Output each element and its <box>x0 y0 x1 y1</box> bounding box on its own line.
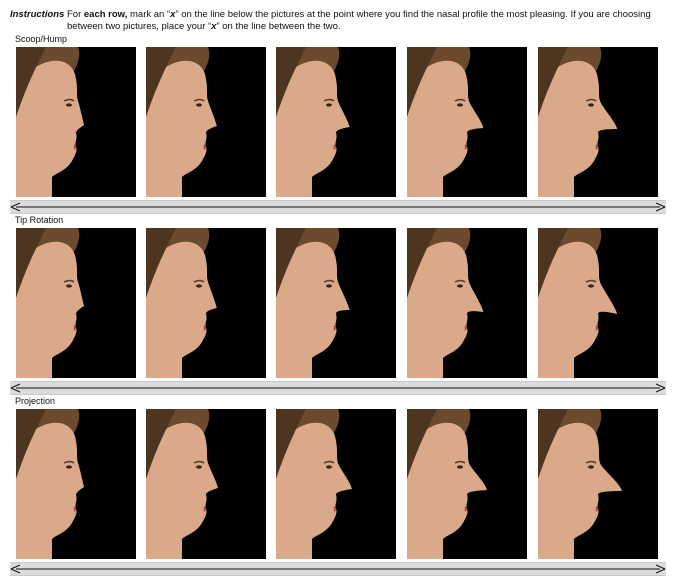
profile-photo <box>407 47 527 197</box>
profile-photo <box>146 409 266 559</box>
profile-photo <box>538 47 658 197</box>
rating-scale-line[interactable] <box>10 562 666 576</box>
profile-photo <box>16 47 136 197</box>
profile-photo <box>16 409 136 559</box>
profile-photo <box>276 409 396 559</box>
row-label: Scoop/Hump <box>15 34 68 44</box>
profile-photo <box>146 47 266 197</box>
profile-photo <box>276 47 396 197</box>
instructions-label: Instructions <box>10 9 65 20</box>
rating-scale-line[interactable] <box>10 381 666 395</box>
instructions-text: For each row, mark an “x” on the line be… <box>67 9 651 32</box>
rating-scale-line[interactable] <box>10 200 666 214</box>
profile-photo <box>276 228 396 378</box>
row-label: Projection <box>15 396 56 406</box>
profile-photo <box>16 228 136 378</box>
row-label: Tip Rotation <box>15 215 64 225</box>
profile-photo <box>538 228 658 378</box>
profile-photo <box>407 409 527 559</box>
profile-photo <box>538 409 658 559</box>
profile-photo <box>146 228 266 378</box>
profile-photo <box>407 228 527 378</box>
